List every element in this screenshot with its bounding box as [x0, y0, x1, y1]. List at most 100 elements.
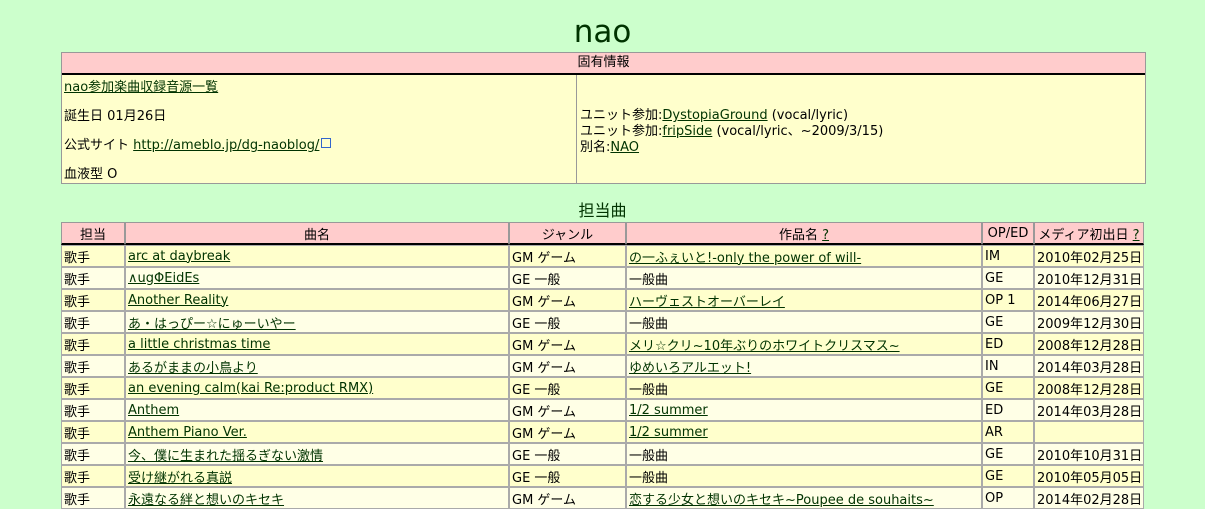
table-row: 歌手 あ・はっぴー☆にゅーいやー GE 一般 一般曲 GE 2009年12月30日: [61, 311, 1144, 333]
column-header-oped: OP/ED: [982, 222, 1034, 245]
song-link[interactable]: a little christmas time: [128, 337, 270, 352]
work-link[interactable]: ハーヴェストオーバーレイ: [629, 295, 785, 310]
official-site-row: 公式サイト http://ameblo.jp/dg-naoblog/: [64, 135, 576, 164]
table-cell: ∧ugΦEidEs: [125, 267, 509, 289]
table-row: 歌手 受け継がれる真説 GE 一般 一般曲 GE 2010年05月05日: [61, 465, 1144, 487]
oped-cell: OP: [982, 487, 1034, 509]
info-header: 固有情報: [62, 53, 1145, 75]
role-cell: 歌手: [61, 355, 125, 377]
song-link[interactable]: an evening calm(kai Re:product RMX): [128, 381, 373, 396]
genre-cell: GM ゲーム: [509, 289, 626, 311]
unit-note: (vocal/lyric、~2009/3/15): [716, 124, 884, 139]
oped-cell: ED: [982, 399, 1034, 421]
song-link[interactable]: arc at daybreak: [128, 249, 230, 264]
info-left: nao参加楽曲収録音源一覧 誕生日 01月26日 公式サイト http://am…: [62, 75, 577, 183]
page: nao 固有情報 nao参加楽曲収録音源一覧 誕生日 01月26日 公式サイト …: [0, 0, 1205, 509]
genre-cell: GE 一般: [509, 377, 626, 399]
song-link[interactable]: 受け継がれる真説: [128, 471, 232, 486]
songs-table-body: 歌手 arc at daybreak GM ゲーム の一ふぇいと!-only the …: [61, 245, 1144, 509]
table-cell: arc at daybreak: [125, 245, 509, 267]
alias-link[interactable]: NAO: [610, 140, 639, 155]
table-cell: an evening calm(kai Re:product RMX): [125, 377, 509, 399]
blood-type-row: 血液型 O: [64, 164, 576, 193]
role-cell: 歌手: [61, 399, 125, 421]
role-cell: 歌手: [61, 289, 125, 311]
role-cell: 歌手: [61, 443, 125, 465]
songs-section-title: 担当曲: [578, 201, 627, 220]
oped-cell: GE: [982, 465, 1034, 487]
role-cell: 歌手: [61, 333, 125, 355]
work-link[interactable]: メリ☆クリ~10年ぶりのホワイトクリスマス~: [629, 339, 900, 354]
info-box: 固有情報 nao参加楽曲収録音源一覧 誕生日 01月26日 公式サイト http…: [61, 52, 1146, 184]
work-link[interactable]: 1/2 summer: [629, 425, 708, 440]
table-cell: あ・はっぴー☆にゅーいやー: [125, 311, 509, 333]
table-row: 歌手 あるがままの小鳥より GM ゲーム ゆめいろアルエット! IN 2014年03月28…: [61, 355, 1144, 377]
unit-label: ユニット参加:: [580, 108, 663, 123]
song-link[interactable]: あるがままの小鳥より: [128, 361, 258, 376]
role-cell: 歌手: [61, 421, 125, 443]
song-link[interactable]: あ・はっぴー☆にゅーいやー: [128, 317, 296, 332]
table-cell: Anthem Piano Ver.: [125, 421, 509, 443]
alias-row: 別名:NAO: [580, 140, 1145, 156]
work-link: 一般曲: [626, 465, 982, 487]
role-cell: 歌手: [61, 487, 125, 509]
birthday-label: 誕生日: [64, 109, 104, 124]
song-link[interactable]: Anthem Piano Ver.: [128, 425, 247, 440]
table-cell: a little christmas time: [125, 333, 509, 355]
table-row: 歌手 今、僕に生まれた揺るぎない激情 GE 一般 一般曲 GE 2010年10月31日: [61, 443, 1144, 465]
genre-cell: GM ゲーム: [509, 421, 626, 443]
oped-cell: GE: [982, 311, 1034, 333]
table-cell: 恋する少女と想いのキセキ~Poupee de souhaits~: [626, 487, 982, 509]
table-cell: Anthem: [125, 399, 509, 421]
work-link[interactable]: 恋する少女と想いのキセキ~Poupee de souhaits~: [629, 493, 934, 508]
blood-type-label: 血液型: [64, 167, 104, 182]
oped-cell: GE: [982, 377, 1034, 399]
table-header-row: 担当 曲名 ジャンル 作品名 ? OP/ED メディア初出日 ?: [61, 222, 1144, 245]
external-link-icon: [321, 138, 332, 148]
table-cell: 永遠なる絆と想いのキセキ: [125, 487, 509, 509]
song-link[interactable]: ∧ugΦEidEs: [128, 271, 199, 286]
table-row: 歌手 arc at daybreak GM ゲーム の一ふぇいと!-only the …: [61, 245, 1144, 267]
work-link[interactable]: ゆめいろアルエット!: [629, 361, 751, 376]
work-link[interactable]: 1/2 summer: [629, 403, 708, 418]
unit-note: (vocal/lyric): [771, 108, 849, 123]
work-link: 一般曲: [626, 443, 982, 465]
date-cell: 2010年02月25日: [1034, 245, 1144, 267]
unit-link-dystopiaground[interactable]: DystopiaGround: [662, 108, 767, 123]
birthday-value: 01月26日: [107, 109, 167, 124]
work-link[interactable]: の一ふぇいと!-only the power of will-: [629, 251, 861, 266]
oped-cell: IN: [982, 355, 1034, 377]
date-help-link[interactable]: ?: [1133, 228, 1140, 243]
genre-cell: GM ゲーム: [509, 355, 626, 377]
table-cell: ゆめいろアルエット!: [626, 355, 982, 377]
role-cell: 歌手: [61, 377, 125, 399]
page-title: nao: [573, 14, 632, 50]
date-cell: 2014年03月28日: [1034, 355, 1144, 377]
date-cell: [1034, 421, 1144, 443]
table-cell: あるがままの小鳥より: [125, 355, 509, 377]
role-cell: 歌手: [61, 311, 125, 333]
song-link[interactable]: Another Reality: [128, 293, 228, 308]
column-header-genre: ジャンル: [509, 222, 626, 245]
genre-cell: GE 一般: [509, 465, 626, 487]
work-help-link[interactable]: ?: [822, 228, 829, 243]
table-cell: Another Reality: [125, 289, 509, 311]
song-link[interactable]: 今、僕に生まれた揺るぎない激情: [128, 449, 323, 464]
genre-cell: GE 一般: [509, 443, 626, 465]
date-cell: 2014年02月28日: [1034, 487, 1144, 509]
recordings-list-link[interactable]: nao参加楽曲収録音源一覧: [64, 80, 218, 95]
blood-type-value: O: [107, 167, 118, 182]
table-row: 歌手 Anthem GM ゲーム 1/2 summer ED 2014年03月28日: [61, 399, 1144, 421]
date-cell: 2010年12月31日: [1034, 267, 1144, 289]
date-cell: 2010年10月31日: [1034, 443, 1144, 465]
official-site-link[interactable]: http://ameblo.jp/dg-naoblog/: [133, 138, 319, 153]
column-header-song: 曲名: [125, 222, 509, 245]
table-cell: 今、僕に生まれた揺るぎない激情: [125, 443, 509, 465]
song-link[interactable]: 永遠なる絆と想いのキセキ: [128, 493, 284, 508]
table-row: 歌手 a little christmas time GM ゲーム メリ☆クリ~10年…: [61, 333, 1144, 355]
genre-cell: GE 一般: [509, 311, 626, 333]
work-link: 一般曲: [626, 267, 982, 289]
unit-link-fripside[interactable]: fripSide: [662, 124, 712, 139]
song-link[interactable]: Anthem: [128, 403, 179, 418]
oped-cell: ED: [982, 333, 1034, 355]
